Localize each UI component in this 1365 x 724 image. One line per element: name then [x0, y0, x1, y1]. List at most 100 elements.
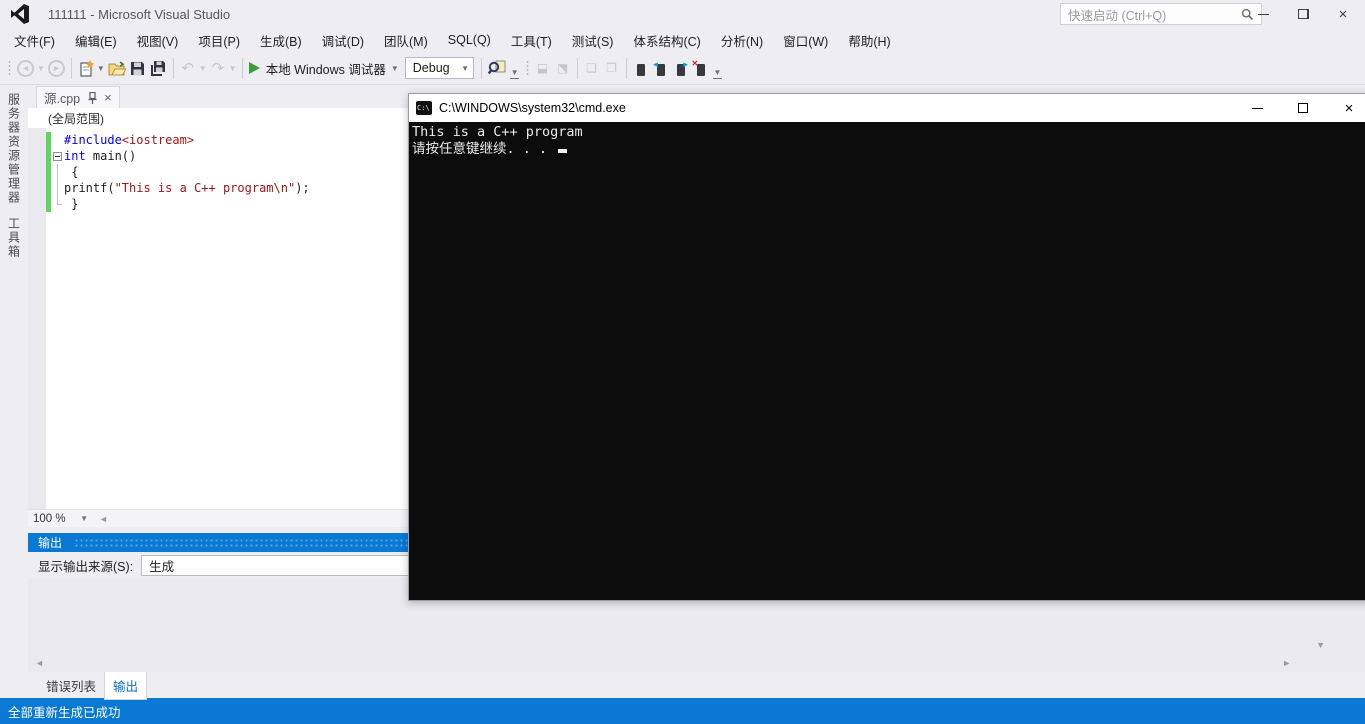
- toolbar-overflow-button[interactable]: ▼: [711, 57, 725, 79]
- save-button[interactable]: [128, 56, 148, 80]
- indent-decrease-icon: ⬓: [536, 61, 549, 75]
- console-minimize-button[interactable]: [1234, 94, 1280, 122]
- menu-item-debug[interactable]: 调试(D): [312, 27, 374, 54]
- outline-margin: [51, 196, 64, 212]
- undo-button[interactable]: ↶: [178, 56, 198, 80]
- status-bar: 全部重新生成已成功: [0, 698, 1365, 724]
- menu-item-team[interactable]: 团队(M): [374, 27, 438, 54]
- new-item-button[interactable]: [76, 56, 96, 80]
- indent-increase-button[interactable]: ⬔: [553, 56, 573, 80]
- toolbar-separator: [480, 57, 482, 79]
- console-close-button[interactable]: ×: [1326, 94, 1365, 122]
- standard-toolbar: ◄ ▼ ► ▼ ↶ ▼ ↷ ▼ 本地 Windows 调试器 ▼ Debug ▼…: [0, 52, 1365, 85]
- cmd-console-window[interactable]: C:\ C:\WINDOWS\system32\cmd.exe × This i…: [408, 93, 1365, 601]
- outline-margin[interactable]: [51, 148, 64, 164]
- navigate-forward-button[interactable]: ►: [46, 56, 67, 80]
- document-tab-label: 源.cpp: [44, 92, 81, 106]
- debug-target-label: 本地 Windows 调试器: [265, 62, 386, 77]
- menu-item-view[interactable]: 视图(V): [127, 27, 189, 54]
- navigate-backward-dropdown[interactable]: ▼: [37, 64, 45, 73]
- console-line: 请按任意键继续. . .: [412, 141, 1365, 158]
- window-controls: ×: [1243, 0, 1363, 28]
- configuration-value: Debug: [412, 61, 450, 75]
- menu-item-architecture[interactable]: 体系结构(C): [623, 27, 710, 54]
- toolbar-drag-grip[interactable]: [7, 59, 12, 77]
- code-text: {: [64, 165, 79, 179]
- undo-dropdown[interactable]: ▼: [199, 64, 207, 73]
- menu-item-tools[interactable]: 工具(T): [501, 27, 562, 54]
- minimize-button[interactable]: [1243, 0, 1283, 28]
- menu-item-test[interactable]: 测试(S): [562, 27, 624, 54]
- close-tab-icon[interactable]: ×: [104, 91, 112, 104]
- visual-studio-logo-icon: [11, 4, 29, 24]
- toolbar-separator: [70, 57, 72, 79]
- console-output[interactable]: This is a C++ program 请按任意键继续. . .: [409, 122, 1365, 600]
- quick-launch-input[interactable]: 快速启动 (Ctrl+Q): [1060, 3, 1262, 25]
- indent-decrease-button[interactable]: ⬓: [533, 56, 553, 80]
- menu-item-analyze[interactable]: 分析(N): [711, 27, 773, 54]
- code-text: int main(): [64, 149, 137, 163]
- redo-button[interactable]: ↷: [208, 56, 228, 80]
- navigate-backward-button[interactable]: ◄: [15, 56, 36, 80]
- restore-button[interactable]: [1283, 0, 1323, 28]
- next-bookmark-button[interactable]: ►: [671, 56, 691, 80]
- breakpoint-margin[interactable]: [28, 128, 46, 509]
- uncomment-button[interactable]: ❐: [602, 56, 622, 80]
- menu-item-project[interactable]: 项目(P): [188, 27, 250, 54]
- menu-item-build[interactable]: 生成(B): [250, 27, 312, 54]
- clear-bookmarks-button[interactable]: ✕: [691, 56, 711, 80]
- scope-dropdown[interactable]: (全局范围): [48, 110, 104, 127]
- window-title: 111111 - Microsoft Visual Studio: [48, 6, 231, 22]
- toolbar-drag-grip[interactable]: [524, 59, 530, 77]
- close-button[interactable]: ×: [1323, 0, 1363, 28]
- menu-item-sql[interactable]: SQL(Q): [438, 29, 501, 51]
- previous-bookmark-button[interactable]: ◄: [651, 56, 671, 80]
- open-file-button[interactable]: [106, 56, 128, 80]
- console-title: C:\WINDOWS\system32\cmd.exe: [439, 101, 626, 115]
- menu-bar: 文件(F) 编辑(E) 视图(V) 项目(P) 生成(B) 调试(D) 团队(M…: [0, 28, 1365, 52]
- menu-item-file[interactable]: 文件(F): [4, 27, 65, 54]
- save-icon: [131, 61, 145, 75]
- start-debug-button[interactable]: 本地 Windows 调试器 ▼: [247, 56, 402, 80]
- new-item-dropdown[interactable]: ▼: [97, 64, 105, 73]
- output-source-combo[interactable]: 生成: [141, 554, 414, 576]
- redo-dropdown[interactable]: ▼: [229, 64, 237, 73]
- tab-error-list[interactable]: 错误列表: [38, 672, 104, 699]
- toolbar-overflow-button[interactable]: ▼: [508, 57, 522, 79]
- configuration-dropdown[interactable]: ▼: [458, 58, 473, 78]
- toggle-bookmark-button[interactable]: [631, 56, 651, 80]
- comment-button[interactable]: ❏: [582, 56, 602, 80]
- find-in-files-icon: [487, 60, 506, 75]
- pin-tab-icon[interactable]: [88, 91, 97, 104]
- navigate-forward-icon: ►: [47, 59, 65, 77]
- console-maximize-button[interactable]: [1280, 94, 1326, 122]
- document-tab[interactable]: 源.cpp ×: [36, 86, 120, 108]
- output-source-value: 生成: [149, 559, 175, 574]
- scroll-left-icon[interactable]: ◄: [35, 658, 44, 668]
- collapse-box-icon[interactable]: [53, 151, 62, 161]
- menu-item-window[interactable]: 窗口(W): [773, 27, 838, 54]
- console-window-controls: ×: [1234, 94, 1365, 122]
- scroll-right-icon[interactable]: ►: [1282, 658, 1291, 668]
- toolbar-separator: [576, 57, 578, 79]
- save-all-button[interactable]: [148, 56, 169, 80]
- menu-item-help[interactable]: 帮助(H): [838, 27, 900, 54]
- debug-target-dropdown[interactable]: ▼: [391, 64, 399, 73]
- output-source-label: 显示输出来源(S):: [38, 559, 134, 574]
- undo-icon: ↶: [181, 60, 195, 77]
- find-in-files-button[interactable]: [486, 56, 508, 80]
- sidebar-tab-toolbox[interactable]: 工具箱: [6, 213, 23, 263]
- uncomment-icon: ❐: [606, 61, 617, 75]
- title-bar: 111111 - Microsoft Visual Studio 快速启动 (C…: [0, 0, 1365, 28]
- solution-configuration-combo[interactable]: Debug ▼: [404, 57, 474, 79]
- code-text: printf("This is a C++ program\n");: [64, 181, 310, 195]
- scroll-left-icon[interactable]: ◄: [94, 514, 113, 524]
- open-file-icon: [108, 60, 126, 75]
- toolbar-separator: [241, 57, 243, 79]
- menu-item-edit[interactable]: 编辑(E): [65, 27, 127, 54]
- console-title-bar[interactable]: C:\ C:\WINDOWS\system32\cmd.exe ×: [409, 94, 1365, 122]
- zoom-level-dropdown[interactable]: 100 % ▼: [28, 513, 94, 525]
- sidebar-tab-server-explorer[interactable]: 服务器资源管理器: [6, 89, 23, 209]
- tab-output[interactable]: 输出: [104, 670, 148, 700]
- scroll-down-icon[interactable]: ▼: [1316, 640, 1325, 650]
